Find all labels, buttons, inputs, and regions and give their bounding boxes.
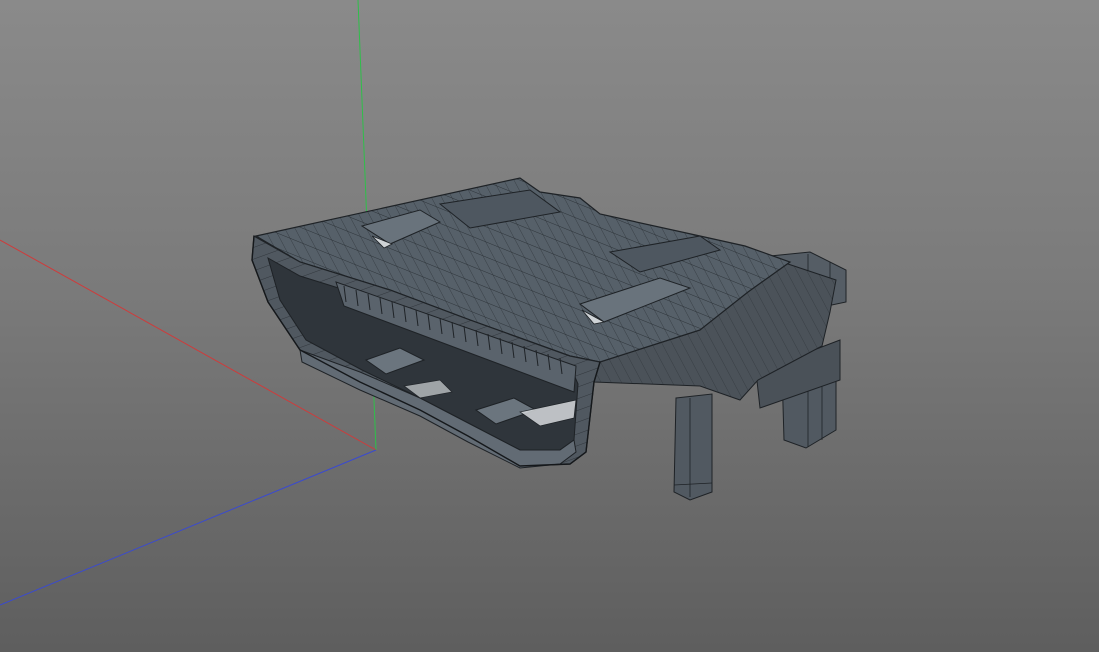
hdmi-connector-model[interactable] [240,170,860,501]
z-axis-line [0,449,377,606]
3d-viewport[interactable] [0,0,1099,652]
viewport-canvas[interactable] [0,0,1099,652]
